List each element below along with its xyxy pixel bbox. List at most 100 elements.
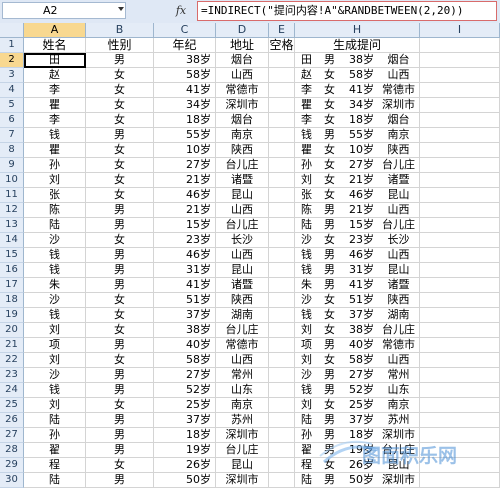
- row-header[interactable]: 15: [0, 248, 24, 263]
- table-cell[interactable]: 21岁: [154, 203, 216, 218]
- chevron-down-icon[interactable]: [118, 7, 124, 11]
- table-cell[interactable]: 21岁: [154, 173, 216, 188]
- table-cell[interactable]: [269, 323, 295, 338]
- table-cell[interactable]: 台儿庄: [378, 218, 420, 233]
- table-cell[interactable]: 31岁: [341, 263, 378, 278]
- table-cell[interactable]: 陕西: [378, 293, 420, 308]
- table-cell[interactable]: 女: [318, 143, 341, 158]
- table-cell[interactable]: 41岁: [154, 83, 216, 98]
- table-cell[interactable]: 58岁: [154, 353, 216, 368]
- table-cell[interactable]: 常州: [216, 368, 269, 383]
- table-cell[interactable]: 18岁: [341, 113, 378, 128]
- table-cell[interactable]: 烟台: [378, 53, 420, 68]
- row-header[interactable]: 22: [0, 353, 24, 368]
- select-all-corner[interactable]: [0, 23, 24, 38]
- row-header[interactable]: 23: [0, 368, 24, 383]
- table-cell[interactable]: [269, 428, 295, 443]
- table-cell[interactable]: 男: [86, 278, 154, 293]
- table-cell[interactable]: 陆: [24, 413, 86, 428]
- table-cell[interactable]: 朱: [295, 278, 318, 293]
- table-cell[interactable]: 刘: [295, 398, 318, 413]
- table-cell[interactable]: 女: [318, 398, 341, 413]
- table-cell[interactable]: 沙: [24, 233, 86, 248]
- table-cell[interactable]: [269, 308, 295, 323]
- table-cell[interactable]: [269, 398, 295, 413]
- table-cell[interactable]: 钱: [24, 248, 86, 263]
- table-cell[interactable]: [269, 293, 295, 308]
- table-cell[interactable]: 男: [86, 218, 154, 233]
- column-title-cell[interactable]: 性别: [86, 38, 154, 53]
- table-cell[interactable]: 男: [318, 128, 341, 143]
- table-cell[interactable]: 女: [86, 83, 154, 98]
- table-cell[interactable]: 台儿庄: [216, 443, 269, 458]
- table-cell[interactable]: [420, 338, 500, 353]
- table-cell[interactable]: 昆山: [216, 263, 269, 278]
- table-cell[interactable]: 南京: [216, 398, 269, 413]
- table-cell[interactable]: [420, 188, 500, 203]
- table-cell[interactable]: [420, 398, 500, 413]
- table-cell[interactable]: 男: [318, 338, 341, 353]
- table-cell[interactable]: 女: [318, 68, 341, 83]
- column-title-cell[interactable]: 地址: [216, 38, 269, 53]
- table-cell[interactable]: 27岁: [341, 158, 378, 173]
- table-cell[interactable]: 男: [86, 368, 154, 383]
- table-cell[interactable]: 女: [318, 188, 341, 203]
- table-cell[interactable]: [269, 383, 295, 398]
- table-cell[interactable]: 25岁: [341, 398, 378, 413]
- table-cell[interactable]: [420, 218, 500, 233]
- function-icon[interactable]: fx: [170, 3, 192, 19]
- row-header[interactable]: 7: [0, 128, 24, 143]
- table-cell[interactable]: 台儿庄: [378, 158, 420, 173]
- table-cell[interactable]: 山西: [216, 353, 269, 368]
- table-cell[interactable]: 38岁: [154, 323, 216, 338]
- table-cell[interactable]: [269, 413, 295, 428]
- table-cell[interactable]: 男: [318, 383, 341, 398]
- table-cell[interactable]: [420, 158, 500, 173]
- table-cell[interactable]: 男: [318, 278, 341, 293]
- table-cell[interactable]: 男: [86, 413, 154, 428]
- table-cell[interactable]: 沙: [24, 368, 86, 383]
- table-cell[interactable]: 烟台: [378, 113, 420, 128]
- table-cell[interactable]: [269, 368, 295, 383]
- table-cell[interactable]: 58岁: [341, 68, 378, 83]
- table-cell[interactable]: [269, 278, 295, 293]
- table-cell[interactable]: 52岁: [154, 383, 216, 398]
- table-cell[interactable]: [420, 113, 500, 128]
- table-cell[interactable]: 41岁: [341, 83, 378, 98]
- row-header[interactable]: 24: [0, 383, 24, 398]
- table-cell[interactable]: 19岁: [154, 443, 216, 458]
- table-cell[interactable]: 陆: [295, 218, 318, 233]
- table-cell[interactable]: 南京: [216, 128, 269, 143]
- table-cell[interactable]: 21岁: [341, 203, 378, 218]
- table-cell[interactable]: 女: [86, 398, 154, 413]
- column-title-cell[interactable]: 空格: [269, 38, 295, 53]
- table-cell[interactable]: [269, 128, 295, 143]
- table-cell[interactable]: [420, 248, 500, 263]
- table-cell[interactable]: 诸暨: [216, 278, 269, 293]
- name-box[interactable]: A2: [2, 2, 126, 19]
- row-header[interactable]: 1: [0, 38, 24, 53]
- table-cell[interactable]: [420, 128, 500, 143]
- row-header[interactable]: 9: [0, 158, 24, 173]
- table-cell[interactable]: 昆山: [216, 458, 269, 473]
- table-cell[interactable]: 钱: [295, 248, 318, 263]
- table-cell[interactable]: 男: [86, 263, 154, 278]
- table-cell[interactable]: 钱: [295, 383, 318, 398]
- table-cell[interactable]: 男: [86, 473, 154, 488]
- table-cell[interactable]: 38岁: [154, 53, 216, 68]
- table-cell[interactable]: 男: [86, 338, 154, 353]
- table-cell[interactable]: 51岁: [341, 293, 378, 308]
- row-header[interactable]: 27: [0, 428, 24, 443]
- table-cell[interactable]: 男: [86, 248, 154, 263]
- table-cell[interactable]: 15岁: [154, 218, 216, 233]
- table-cell[interactable]: 15岁: [341, 218, 378, 233]
- table-cell[interactable]: 陕西: [216, 143, 269, 158]
- table-cell[interactable]: 陈: [295, 203, 318, 218]
- table-cell[interactable]: 苏州: [216, 413, 269, 428]
- table-cell[interactable]: 陕西: [378, 143, 420, 158]
- table-cell[interactable]: 台儿庄: [378, 323, 420, 338]
- table-cell[interactable]: 女: [86, 68, 154, 83]
- table-cell[interactable]: 女: [86, 323, 154, 338]
- table-cell[interactable]: 山西: [378, 248, 420, 263]
- column-header-d[interactable]: D: [216, 23, 269, 38]
